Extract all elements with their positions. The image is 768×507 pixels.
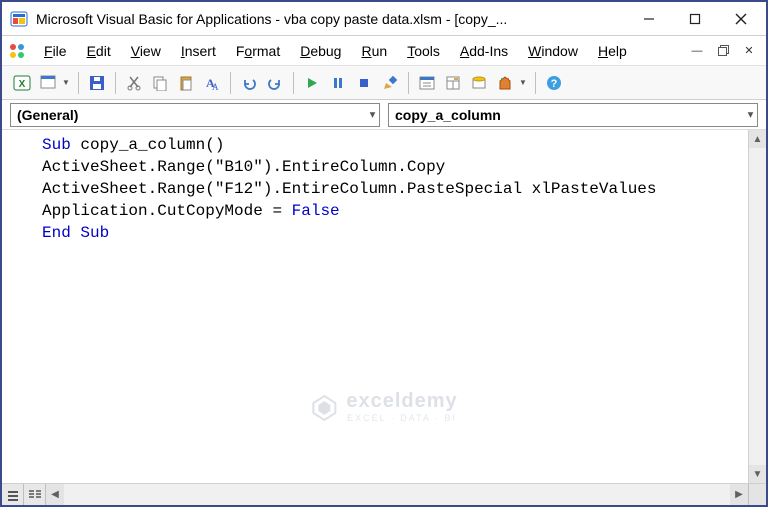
chevron-down-icon: ▾ — [370, 109, 375, 120]
menu-addins[interactable]: Add-Ins — [452, 40, 516, 62]
svg-text:X: X — [19, 79, 26, 90]
undo-icon[interactable] — [237, 71, 261, 95]
menu-insert[interactable]: Insert — [173, 40, 224, 62]
menu-tools[interactable]: Tools — [399, 40, 448, 62]
menu-bar: File Edit View Insert Format Debug Run T… — [2, 36, 766, 66]
maximize-button[interactable] — [672, 4, 718, 34]
toolbox-icon[interactable] — [493, 71, 517, 95]
scroll-left-icon[interactable]: ◀ — [46, 484, 64, 505]
procedure-combobox[interactable]: copy_a_column ▾ — [388, 103, 758, 127]
properties-window-icon[interactable] — [441, 71, 465, 95]
close-button[interactable] — [718, 4, 764, 34]
minimize-button[interactable] — [626, 4, 672, 34]
menu-run[interactable]: Run — [353, 40, 395, 62]
scroll-right-icon[interactable]: ▶ — [730, 484, 748, 505]
toolbox-dropdown[interactable]: ▼ — [519, 78, 529, 87]
redo-icon[interactable] — [263, 71, 287, 95]
break-icon[interactable] — [326, 71, 350, 95]
insert-userform-dropdown[interactable]: ▼ — [62, 78, 72, 87]
svg-text:?: ? — [551, 78, 558, 90]
procedure-combobox-value: copy_a_column — [395, 107, 501, 123]
menu-help[interactable]: Help — [590, 40, 635, 62]
full-module-view-button[interactable] — [24, 484, 46, 505]
cut-icon[interactable] — [122, 71, 146, 95]
window-controls — [626, 4, 764, 34]
chevron-down-icon: ▾ — [748, 109, 753, 120]
object-combobox[interactable]: (General) ▾ — [10, 103, 380, 127]
view-excel-icon[interactable]: X — [10, 71, 34, 95]
project-explorer-icon[interactable] — [415, 71, 439, 95]
menu-debug[interactable]: Debug — [292, 40, 349, 62]
menu-window[interactable]: Window — [520, 40, 586, 62]
scroll-up-icon[interactable]: ▲ — [749, 130, 766, 148]
horizontal-scrollbar[interactable]: ◀ ▶ — [46, 484, 748, 505]
mdi-restore-button[interactable] — [712, 41, 734, 61]
svg-text:A: A — [212, 82, 219, 91]
procedure-view-button[interactable] — [2, 484, 24, 505]
object-browser-icon[interactable] — [467, 71, 491, 95]
app-icon — [10, 10, 28, 28]
mdi-close-button[interactable]: ✕ — [738, 41, 760, 61]
paste-icon[interactable] — [174, 71, 198, 95]
menu-view[interactable]: View — [123, 40, 169, 62]
code-navigator: (General) ▾ copy_a_column ▾ — [2, 100, 766, 130]
bottom-bar: ◀ ▶ — [2, 483, 766, 505]
reset-icon[interactable] — [352, 71, 376, 95]
menu-file[interactable]: File — [36, 40, 75, 62]
menu-edit[interactable]: Edit — [79, 40, 119, 62]
copy-icon[interactable] — [148, 71, 172, 95]
standard-toolbar: X ▼ AA ▼ ? — [2, 66, 766, 100]
help-icon[interactable]: ? — [542, 71, 566, 95]
find-icon[interactable]: AA — [200, 71, 224, 95]
scroll-down-icon[interactable]: ▼ — [749, 465, 766, 483]
run-icon[interactable] — [300, 71, 324, 95]
window-title: Microsoft Visual Basic for Applications … — [36, 11, 626, 27]
vertical-scrollbar[interactable]: ▲ ▼ — [748, 130, 766, 483]
code-editor[interactable]: Sub copy_a_column() ActiveSheet.Range("B… — [2, 130, 748, 483]
title-bar: Microsoft Visual Basic for Applications … — [2, 2, 766, 36]
save-icon[interactable] — [85, 71, 109, 95]
mdi-minimize-button[interactable]: — — [686, 41, 708, 61]
design-mode-icon[interactable] — [378, 71, 402, 95]
object-combobox-value: (General) — [17, 107, 78, 123]
insert-userform-icon[interactable] — [36, 71, 60, 95]
menu-format[interactable]: Format — [228, 40, 288, 62]
vba-menu-icon — [8, 42, 26, 60]
code-pane: Sub copy_a_column() ActiveSheet.Range("B… — [2, 130, 766, 483]
